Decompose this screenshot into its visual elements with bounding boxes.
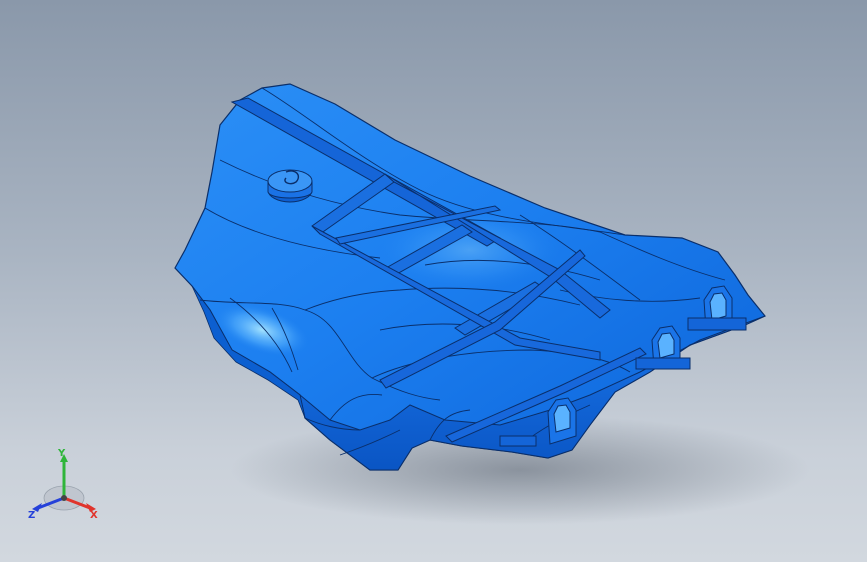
mounting-boss[interactable] [267,169,313,203]
z-axis-label: Z [28,510,35,521]
part-model[interactable] [0,0,867,562]
orientation-triad[interactable]: Y X Z [22,446,106,526]
y-axis-label: Y [57,448,66,459]
graphics-viewport[interactable]: Y X Z [0,0,867,562]
x-axis-label: X [90,510,98,521]
